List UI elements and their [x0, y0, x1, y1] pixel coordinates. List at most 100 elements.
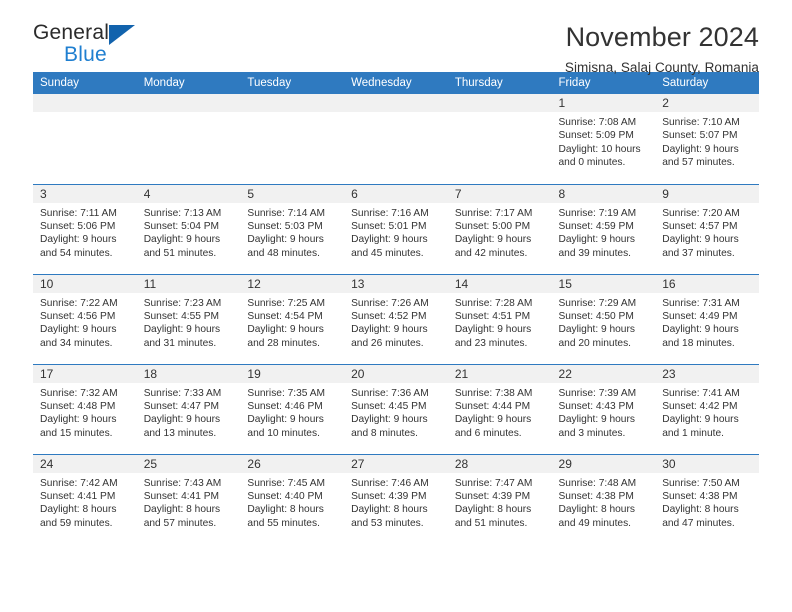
sunrise-text: Sunrise: 7:46 AM	[351, 477, 429, 489]
day-details: Sunrise: 7:36 AM Sunset: 4:45 PM Daylight:…	[344, 383, 448, 441]
logo-word-blue: Blue	[64, 43, 107, 66]
day-number: 19	[240, 364, 345, 383]
sunrise-text: Sunrise: 7:20 AM	[662, 207, 740, 219]
day-cell[interactable]	[33, 94, 137, 184]
day-cell[interactable]: 25 Sunrise: 7:43 AM Sunset: 4:41 PM Dayligh…	[136, 453, 241, 544]
day-details: Sunrise: 7:08 AM Sunset: 5:09 PM Daylight:…	[552, 112, 656, 170]
daylight-text: Daylight: 9 hours and 39 minutes.	[558, 234, 635, 259]
day-cell[interactable]: 13 Sunrise: 7:26 AM Sunset: 4:52 PM Dayligh…	[344, 273, 448, 364]
day-cell[interactable]: 21 Sunrise: 7:38 AM Sunset: 4:44 PM Dayligh…	[447, 363, 552, 454]
day-cell[interactable]	[136, 94, 241, 184]
day-cell[interactable]: 3 Sunrise: 7:11 AM Sunset: 5:06 PM Daylight…	[33, 183, 137, 274]
day-cell[interactable]: 8 Sunrise: 7:19 AM Sunset: 4:59 PM Daylight…	[551, 183, 656, 274]
daylight-text: Daylight: 9 hours and 18 minutes.	[662, 324, 739, 349]
sunset-text: Sunset: 4:38 PM	[558, 490, 634, 502]
logo-word-general: General	[33, 21, 110, 44]
day-cell[interactable]: 15 Sunrise: 7:29 AM Sunset: 4:50 PM Dayligh…	[551, 273, 656, 364]
day-cell[interactable]: 9 Sunrise: 7:20 AM Sunset: 4:57 PM Daylight…	[655, 183, 759, 274]
day-cell[interactable]: 27 Sunrise: 7:46 AM Sunset: 4:39 PM Dayligh…	[344, 453, 448, 544]
day-cell[interactable]: 26 Sunrise: 7:45 AM Sunset: 4:40 PM Dayligh…	[240, 453, 345, 544]
sunset-text: Sunset: 4:51 PM	[454, 310, 531, 322]
daylight-text: Daylight: 9 hours and 37 minutes.	[662, 234, 739, 259]
sunrise-text: Sunrise: 7:36 AM	[351, 387, 429, 399]
daylight-text: Daylight: 8 hours and 59 minutes.	[40, 504, 117, 529]
day-cell[interactable]	[240, 94, 345, 184]
daylight-text: Daylight: 9 hours and 3 minutes.	[558, 414, 635, 439]
calendar-head: Sunday Monday Tuesday Wednesday Thursday…	[33, 72, 759, 94]
day-cell[interactable]: 22 Sunrise: 7:39 AM Sunset: 4:43 PM Dayligh…	[551, 363, 656, 454]
day-cell[interactable]: 29 Sunrise: 7:48 AM Sunset: 4:38 PM Dayligh…	[551, 453, 656, 544]
day-cell[interactable]: 16 Sunrise: 7:31 AM Sunset: 4:49 PM Dayligh…	[655, 273, 759, 364]
day-details: Sunrise: 7:35 AM Sunset: 4:46 PM Daylight:…	[240, 383, 344, 441]
day-cell[interactable]: 28 Sunrise: 7:47 AM Sunset: 4:39 PM Dayligh…	[447, 453, 552, 544]
day-number: 22	[551, 364, 656, 383]
day-cell[interactable]: 4 Sunrise: 7:13 AM Sunset: 5:04 PM Daylight…	[136, 183, 241, 274]
day-number: 12	[240, 274, 345, 293]
day-number: 27	[344, 454, 448, 473]
title-block: November 2024 Simisna, Salaj County, Rom…	[565, 22, 759, 75]
daylight-text: Daylight: 9 hours and 8 minutes.	[351, 414, 428, 439]
sunrise-text: Sunrise: 7:14 AM	[247, 207, 325, 219]
daylight-text: Daylight: 8 hours and 51 minutes.	[454, 504, 532, 529]
day-cell[interactable]	[447, 94, 552, 184]
day-number: 13	[344, 274, 448, 293]
sunset-text: Sunset: 4:45 PM	[351, 400, 427, 412]
day-cell[interactable]: 10 Sunrise: 7:22 AM Sunset: 4:56 PM Dayligh…	[33, 273, 137, 364]
week-row: 1 Sunrise: 7:08 AM Sunset: 5:09 PM Daylight…	[33, 94, 759, 184]
day-number: 25	[136, 454, 241, 473]
day-details: Sunrise: 7:23 AM Sunset: 4:55 PM Daylight:…	[137, 293, 241, 351]
day-details: Sunrise: 7:29 AM Sunset: 4:50 PM Daylight:…	[552, 293, 656, 351]
day-cell[interactable]: 14 Sunrise: 7:28 AM Sunset: 4:51 PM Dayligh…	[447, 273, 552, 364]
day-number: 1	[551, 94, 656, 112]
sunrise-text: Sunrise: 7:39 AM	[558, 387, 637, 399]
sunrise-text: Sunrise: 7:50 AM	[662, 477, 740, 489]
day-cell[interactable]: 12 Sunrise: 7:25 AM Sunset: 4:54 PM Dayligh…	[240, 273, 345, 364]
daylight-text: Daylight: 9 hours and 20 minutes.	[558, 324, 635, 349]
sunset-text: Sunset: 4:43 PM	[558, 400, 634, 412]
day-cell[interactable]: 5 Sunrise: 7:14 AM Sunset: 5:03 PM Daylight…	[240, 183, 345, 274]
day-cell[interactable]: 20 Sunrise: 7:36 AM Sunset: 4:45 PM Dayligh…	[344, 363, 448, 454]
day-number	[240, 94, 345, 112]
day-number: 21	[447, 364, 552, 383]
sunset-text: Sunset: 4:57 PM	[662, 220, 738, 232]
week-row: 10 Sunrise: 7:22 AM Sunset: 4:56 PM Dayligh…	[33, 273, 759, 364]
day-number	[447, 94, 552, 112]
sunrise-text: Sunrise: 7:28 AM	[454, 297, 533, 309]
day-cell[interactable]: 17 Sunrise: 7:32 AM Sunset: 4:48 PM Dayligh…	[33, 363, 137, 454]
day-cell[interactable]: 18 Sunrise: 7:33 AM Sunset: 4:47 PM Dayligh…	[136, 363, 241, 454]
daylight-text: Daylight: 9 hours and 10 minutes.	[247, 414, 324, 439]
day-details: Sunrise: 7:41 AM Sunset: 4:42 PM Daylight:…	[655, 383, 759, 441]
day-number: 6	[344, 184, 448, 203]
day-details: Sunrise: 7:48 AM Sunset: 4:38 PM Daylight:…	[552, 473, 656, 531]
day-details: Sunrise: 7:25 AM Sunset: 4:54 PM Daylight:…	[240, 293, 344, 351]
weekday-header-wednesday: Wednesday	[344, 72, 448, 94]
day-cell[interactable]: 19 Sunrise: 7:35 AM Sunset: 4:46 PM Dayligh…	[240, 363, 345, 454]
day-number: 18	[136, 364, 241, 383]
day-cell[interactable]: 11 Sunrise: 7:23 AM Sunset: 4:55 PM Dayligh…	[136, 273, 241, 364]
sunset-text: Sunset: 4:40 PM	[247, 490, 323, 502]
day-cell[interactable]: 2 Sunrise: 7:10 AM Sunset: 5:07 PM Daylight…	[655, 94, 759, 184]
sunset-text: Sunset: 4:50 PM	[558, 310, 634, 322]
day-cell[interactable]: 30 Sunrise: 7:50 AM Sunset: 4:38 PM Dayligh…	[655, 453, 759, 544]
day-number: 17	[33, 364, 137, 383]
day-cell[interactable]: 23 Sunrise: 7:41 AM Sunset: 4:42 PM Dayligh…	[655, 363, 759, 454]
day-details: Sunrise: 7:16 AM Sunset: 5:01 PM Daylight:…	[344, 203, 448, 261]
brand-logo[interactable]: General Blue	[33, 22, 143, 68]
day-details: Sunrise: 7:38 AM Sunset: 4:44 PM Daylight:…	[448, 383, 552, 441]
sunset-text: Sunset: 4:54 PM	[247, 310, 323, 322]
sunrise-text: Sunrise: 7:35 AM	[247, 387, 325, 399]
day-details: Sunrise: 7:39 AM Sunset: 4:43 PM Daylight:…	[552, 383, 656, 441]
daylight-text: Daylight: 8 hours and 57 minutes.	[143, 504, 221, 529]
sunset-text: Sunset: 4:56 PM	[40, 310, 116, 322]
week-row: 24 Sunrise: 7:42 AM Sunset: 4:41 PM Dayligh…	[33, 453, 759, 544]
weekday-header-row: Sunday Monday Tuesday Wednesday Thursday…	[33, 72, 759, 94]
day-cell[interactable]: 7 Sunrise: 7:17 AM Sunset: 5:00 PM Daylight…	[447, 183, 552, 274]
sunrise-text: Sunrise: 7:43 AM	[143, 477, 222, 489]
day-cell[interactable]	[344, 94, 448, 184]
daylight-text: Daylight: 9 hours and 28 minutes.	[247, 324, 324, 349]
day-details: Sunrise: 7:32 AM Sunset: 4:48 PM Daylight:…	[33, 383, 137, 441]
day-cell[interactable]: 6 Sunrise: 7:16 AM Sunset: 5:01 PM Daylight…	[344, 183, 448, 274]
weekday-header-monday: Monday	[136, 72, 241, 94]
day-cell[interactable]: 24 Sunrise: 7:42 AM Sunset: 4:41 PM Dayligh…	[33, 453, 137, 544]
day-cell[interactable]: 1 Sunrise: 7:08 AM Sunset: 5:09 PM Daylight…	[551, 94, 656, 184]
